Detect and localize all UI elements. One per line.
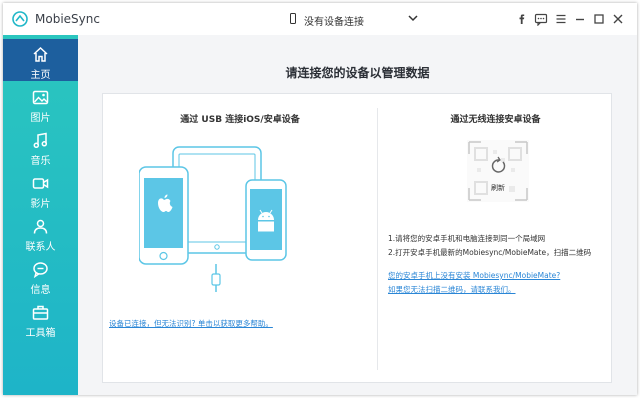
usb-section-title: 通过 USB 连接iOS/安卓设备: [180, 115, 300, 125]
photo-icon: [32, 90, 49, 105]
sidebar-item-label: 音乐: [30, 156, 51, 167]
section-divider: [377, 108, 378, 370]
main-panel: 请连接您的设备以管理数据 通过 USB 连接iOS/安卓设备 设备已连接，但无法…: [78, 35, 637, 395]
sidebar-item-contacts[interactable]: 联系人: [3, 211, 78, 253]
usb-help-link[interactable]: 设备已连接，但无法识别? 单击以获取更多帮助。: [109, 318, 273, 329]
sidebar-item-label: 影片: [30, 199, 51, 210]
sidebar-item-messages[interactable]: 信息: [3, 254, 78, 296]
maximize-icon[interactable]: [592, 12, 606, 26]
wifi-instruction-1: 1.请将您的安卓手机和电脑连接到同一个局域网: [388, 234, 546, 243]
menu-icon[interactable]: [554, 12, 568, 26]
sidebar-item-videos[interactable]: 影片: [3, 168, 78, 210]
title-bar: MobieSync 没有设备连接: [3, 3, 637, 35]
qr-code-icon[interactable]: [465, 138, 531, 204]
wifi-instruction-2: 2.打开安卓手机最新的Mobiesync/MobieMate，扫描二维码: [388, 248, 592, 257]
sidebar-item-label: 主页: [30, 70, 51, 81]
music-icon: [33, 132, 48, 149]
device-selector[interactable]: 没有设备连接: [286, 11, 422, 29]
devices-illustration-icon: [139, 146, 287, 292]
toolbox-icon: [32, 305, 49, 320]
wifi-section-title: 通过无线连接安卓设备: [450, 115, 541, 125]
refresh-label: 刷新: [491, 184, 505, 192]
message-icon: [33, 262, 48, 278]
sidebar-item-label: 信息: [30, 285, 51, 296]
install-app-link[interactable]: 您的安卓手机上没有安装 Mobiesync/MobieMate?: [388, 270, 560, 281]
contacts-icon: [33, 219, 48, 234]
device-selector-label: 没有设备连接: [304, 17, 364, 28]
home-icon: [33, 46, 48, 62]
chevron-down-icon: [408, 15, 418, 22]
connection-panel: 通过 USB 连接iOS/安卓设备 设备已连接，但无法识别? 单击以获取更多帮助…: [102, 93, 612, 383]
app-title: MobieSync: [35, 12, 100, 26]
sidebar-item-music[interactable]: 音乐: [3, 125, 78, 167]
page-title: 请连接您的设备以管理数据: [285, 66, 430, 80]
video-icon: [32, 178, 49, 189]
sidebar: 主页 图片 音乐 影片 联系人 信息 工具箱: [3, 35, 78, 395]
app-window: MobieSync 没有设备连接 主页 图片 音乐 影片 联系人 信息 工具箱 …: [3, 3, 637, 395]
sidebar-item-label: 联系人: [25, 242, 56, 253]
close-icon[interactable]: [611, 12, 625, 26]
feedback-icon[interactable]: [534, 12, 548, 26]
sidebar-item-photos[interactable]: 图片: [3, 82, 78, 124]
sidebar-item-home[interactable]: 主页: [3, 39, 78, 81]
phone-icon: [290, 13, 296, 24]
sidebar-item-label: 工具箱: [25, 328, 56, 339]
facebook-icon[interactable]: [515, 12, 529, 26]
sidebar-item-toolbox[interactable]: 工具箱: [3, 297, 78, 339]
minimize-icon[interactable]: [573, 12, 587, 26]
contact-us-link[interactable]: 如果您无法扫描二维码，请联系我们。: [388, 284, 516, 295]
sidebar-item-label: 图片: [30, 113, 51, 124]
app-logo-icon: [12, 11, 28, 27]
